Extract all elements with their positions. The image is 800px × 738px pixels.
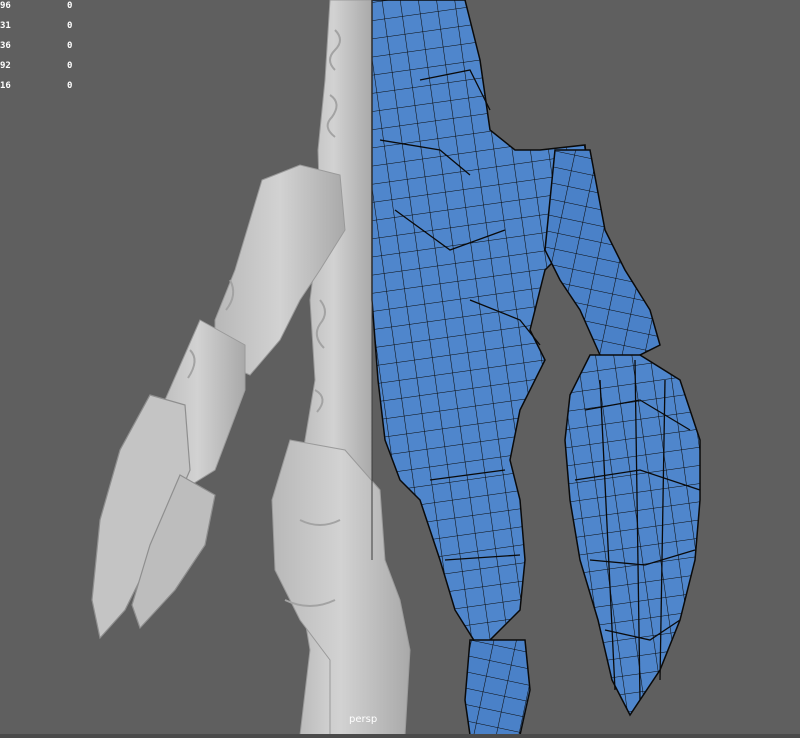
3d-viewport[interactable]: 96 0 31 0 36 0 92 0 16 0 persp	[0, 0, 800, 738]
sculpt-mesh-left-half	[91, 0, 411, 736]
hud-row: 96 0	[0, 0, 90, 20]
camera-name-label: persp	[349, 714, 378, 725]
hud-value: 0	[67, 41, 73, 51]
retopo-claw	[564, 354, 701, 717]
hud-row: 36 0	[0, 40, 90, 60]
hud-value: 0	[67, 81, 73, 91]
retopo-torso	[371, 0, 591, 652]
retopo-lower-leg	[464, 639, 531, 736]
hud-value: 0	[67, 21, 73, 31]
retopo-arm	[544, 149, 661, 361]
hud-label: 92	[0, 61, 11, 71]
heads-up-display: 96 0 31 0 36 0 92 0 16 0	[0, 0, 90, 100]
hud-label: 31	[0, 21, 11, 31]
hud-value: 0	[67, 61, 73, 71]
hud-value: 0	[67, 1, 73, 11]
scene-render	[91, 0, 701, 736]
hud-row: 92 0	[0, 60, 90, 80]
hud-label: 16	[0, 81, 11, 91]
hud-row: 31 0	[0, 20, 90, 40]
viewport-bottom-border	[0, 734, 800, 738]
hud-row: 16 0	[0, 80, 90, 100]
sculpt-leg	[271, 439, 411, 736]
hud-label: 96	[0, 1, 11, 11]
retopo-mesh-right-half	[371, 0, 701, 736]
hud-label: 36	[0, 41, 11, 51]
